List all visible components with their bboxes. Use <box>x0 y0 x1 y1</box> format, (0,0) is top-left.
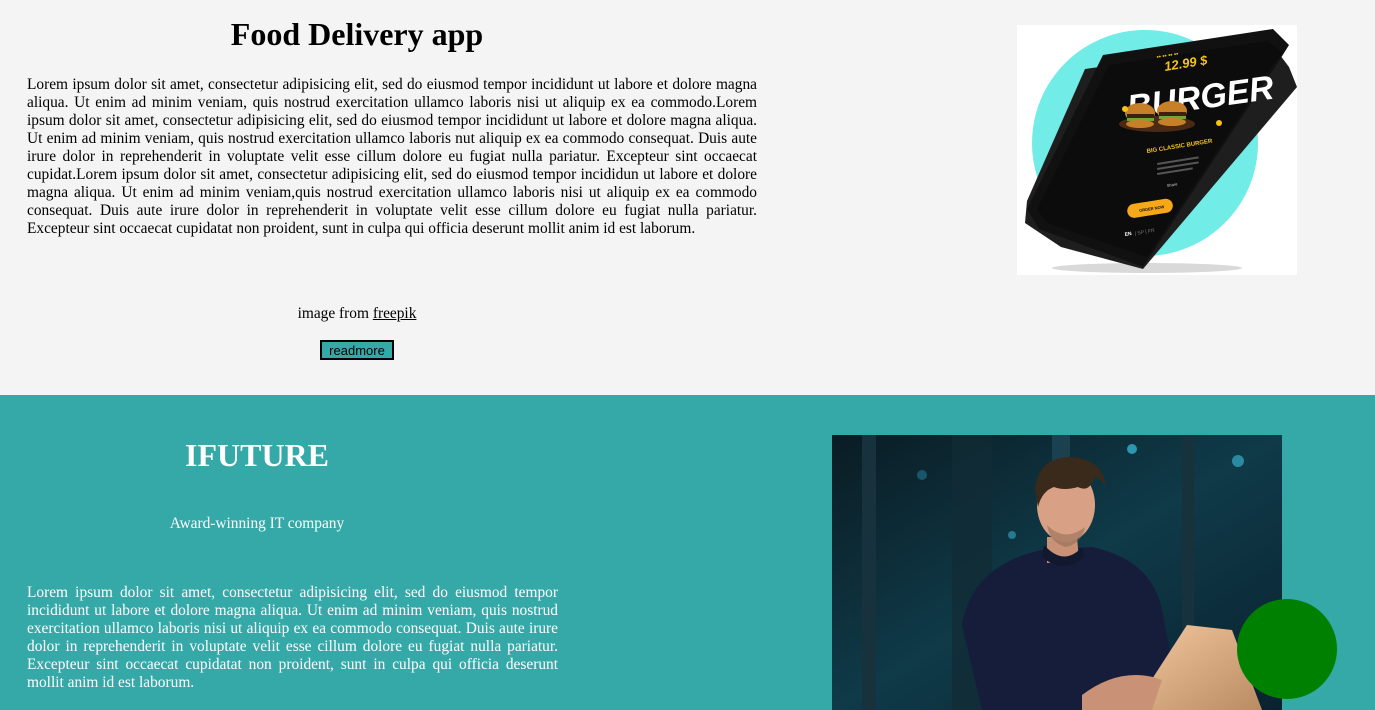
floating-action-button[interactable] <box>1237 599 1337 699</box>
food-delivery-description: Lorem ipsum dolor sit amet, consectetur … <box>27 76 757 237</box>
man-with-laptop-photo <box>832 435 1282 710</box>
phone-lang: EN <box>1124 231 1132 238</box>
readmore-button[interactable]: readmore <box>320 340 394 360</box>
food-app-phone-image: •• •• •• •• 12.99 $ BURGER BIG CLASSIC B… <box>1017 25 1297 275</box>
ifuture-tagline: Award-winning IT company <box>169 515 345 532</box>
ifuture-description: Lorem ipsum dolor sit amet, consectetur … <box>27 584 558 691</box>
image-credit-text: image from <box>297 305 373 322</box>
ifuture-title: IFUTURE <box>184 437 329 473</box>
freepik-link[interactable]: freepik <box>373 305 417 322</box>
food-delivery-title: Food Delivery app <box>230 16 484 52</box>
image-credit: image from freepik <box>27 305 687 323</box>
